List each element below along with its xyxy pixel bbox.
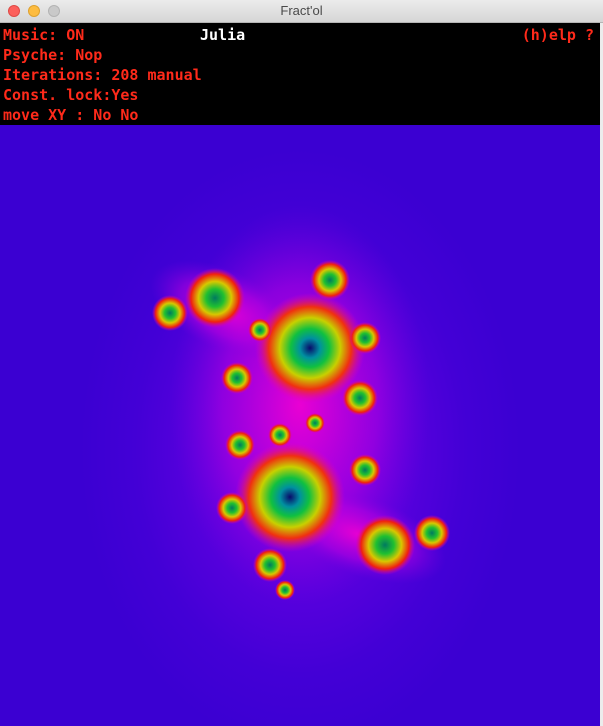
- fractal-name: Julia: [200, 26, 246, 44]
- fractal-body: [150, 205, 450, 605]
- iterations-status: Iterations: 208 manual: [3, 66, 202, 84]
- julia-fractal: [150, 205, 450, 605]
- move-xy-status: move XY : No No: [3, 106, 139, 124]
- hud-panel: Music: ON Julia (h)elp ? Psyche: Nop Itera…: [0, 23, 600, 125]
- title-bar[interactable]: Fract'ol: [0, 0, 603, 23]
- fractal-canvas[interactable]: Music: ON Julia (h)elp ? Psyche: Nop Itera…: [0, 23, 600, 726]
- window-title: Fract'ol: [280, 3, 323, 18]
- music-status: Music: ON: [3, 25, 84, 45]
- psyche-label: Psyche:: [3, 46, 67, 64]
- music-value: ON: [66, 26, 85, 44]
- app-window: Fract'ol Music: ON Julia (h)elp ? Psyche…: [0, 0, 603, 726]
- help-hint: (h)elp ?: [521, 26, 594, 44]
- psyche-status: Psyche: Nop: [3, 45, 102, 65]
- const-lock-status: Const. lock:Yes: [3, 86, 139, 104]
- music-label: Music:: [3, 26, 58, 44]
- psyche-value: Nop: [75, 46, 103, 64]
